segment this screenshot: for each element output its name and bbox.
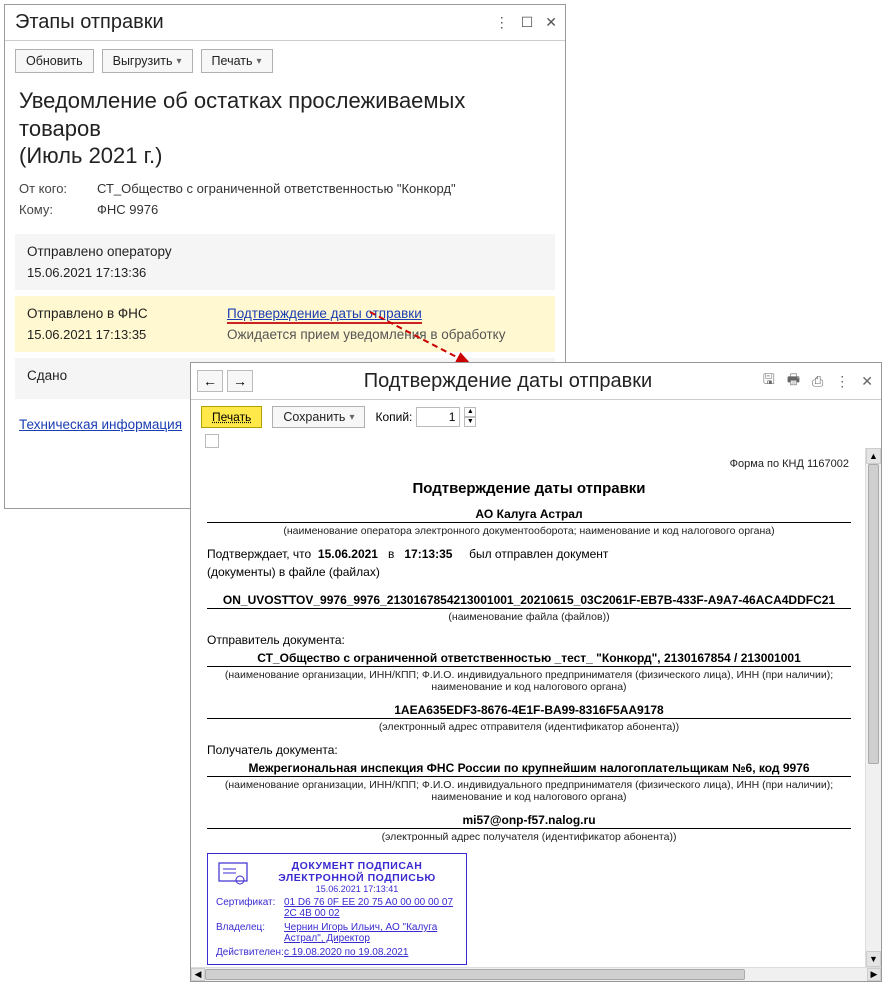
sender-caption: (наименование организации, ИНН/КПП; Ф.И.… bbox=[207, 669, 851, 693]
copies-input[interactable] bbox=[416, 407, 460, 427]
stage-sent-fns: Отправлено в ФНС 15.06.2021 17:13:35 Под… bbox=[15, 296, 555, 352]
meta-block: От кого:СТ_Общество с ограниченной ответ… bbox=[5, 172, 565, 228]
preview-icon[interactable]: ⎙ bbox=[812, 373, 823, 390]
close-icon[interactable]: ✕ bbox=[545, 14, 557, 31]
chevron-down-icon: ▾ bbox=[349, 412, 354, 423]
window-title: Этапы отправки bbox=[15, 11, 495, 34]
files-line: (документы) в файле (файлах) bbox=[207, 565, 851, 579]
filename: ON_UVOSTTOV_9976_9976_213016785421300100… bbox=[207, 593, 851, 609]
print-icon[interactable]: 🖶 bbox=[787, 369, 800, 393]
window2-title: Подтверждение даты отправки bbox=[261, 370, 755, 393]
scroll-up-icon[interactable]: ▲ bbox=[866, 448, 881, 464]
vertical-scrollbar[interactable]: ▲ ▼ bbox=[865, 448, 881, 967]
technical-info-link[interactable]: Техническая информация bbox=[5, 405, 196, 444]
nav-fwd-button[interactable]: → bbox=[227, 370, 253, 392]
recipient-value: Межрегиональная инспекция ФНС России по … bbox=[207, 761, 851, 777]
document-viewport: Форма по КНД 1167002 Подтверждение даты … bbox=[191, 448, 865, 967]
confirmation-window: ← → Подтверждение даты отправки 🖫 🖶 ⎙ ⋮ … bbox=[190, 362, 882, 982]
sender-label: Отправитель документа: bbox=[207, 633, 851, 647]
print-button[interactable]: Печать▾ bbox=[201, 49, 273, 73]
kebab-icon[interactable]: ⋮ bbox=[495, 14, 509, 31]
knd-code: Форма по КНД 1167002 bbox=[201, 454, 857, 474]
operator-caption: (наименование оператора электронного док… bbox=[207, 525, 851, 537]
chevron-down-icon: ▾ bbox=[177, 56, 182, 67]
stage-sub: Ожидается прием уведомления в обработку bbox=[227, 327, 543, 342]
confirmation-link[interactable]: Подтверждение даты отправки bbox=[227, 306, 422, 324]
refresh-button[interactable]: Обновить bbox=[15, 49, 94, 73]
toolbar: Обновить Выгрузить▾ Печать▾ bbox=[5, 41, 565, 81]
from-value: СТ_Общество с ограниченной ответственнос… bbox=[97, 181, 456, 196]
doc-heading: Подтверждение даты отправки bbox=[207, 480, 851, 497]
from-label: От кого: bbox=[19, 181, 97, 196]
to-value: ФНС 9976 bbox=[97, 202, 158, 217]
signature-stamp: ДОКУМЕНТ ПОДПИСАН ЭЛЕКТРОННОЙ ПОДПИСЬЮ 1… bbox=[207, 853, 467, 965]
recipient-label: Получатель документа: bbox=[207, 743, 851, 757]
scroll-thumb[interactable] bbox=[868, 464, 879, 764]
do-print-button[interactable]: Печать bbox=[201, 406, 262, 428]
copies-up[interactable]: ▲ bbox=[464, 407, 476, 417]
copies-label: Копий: bbox=[375, 410, 412, 424]
document-title: Уведомление об остатках прослеживаемых т… bbox=[5, 81, 565, 172]
stage-sent-operator: Отправлено оператору 15.06.2021 17:13:36 bbox=[15, 234, 555, 290]
window-titlebar: Этапы отправки ⋮ ☐ ✕ bbox=[5, 5, 565, 41]
recipient-caption: (наименование организации, ИНН/КПП; Ф.И.… bbox=[207, 779, 851, 803]
sender-address: 1AEA635EDF3-8676-4E1F-BA99-8316F5AA9178 bbox=[207, 703, 851, 719]
recipient-address: mi57@onp-f57.nalog.ru bbox=[207, 813, 851, 829]
recipient-address-caption: (электронный адрес получателя (идентифик… bbox=[207, 831, 851, 843]
maximize-icon[interactable]: ☐ bbox=[521, 14, 534, 31]
expand-toggle[interactable] bbox=[205, 434, 219, 448]
save-button[interactable]: Сохранить▾ bbox=[272, 406, 365, 428]
chevron-down-icon: ▾ bbox=[257, 56, 262, 67]
horizontal-scrollbar[interactable]: ◀ ▶ bbox=[191, 967, 881, 981]
to-label: Кому: bbox=[19, 202, 97, 217]
sender-address-caption: (электронный адрес отправителя (идентифи… bbox=[207, 721, 851, 733]
confirms-line: Подтверждает, что 15.06.2021 в 17:13:35 … bbox=[207, 547, 851, 561]
operator-name: АО Калуга Астрал bbox=[207, 507, 851, 523]
save-icon[interactable]: 🖫 bbox=[763, 369, 775, 393]
window2-toolbar: Печать Сохранить▾ Копий: ▲ ▼ bbox=[191, 400, 881, 434]
hscroll-thumb[interactable] bbox=[205, 969, 745, 980]
close-icon[interactable]: ✕ bbox=[861, 373, 873, 390]
certificate-icon bbox=[218, 862, 248, 886]
copies-down[interactable]: ▼ bbox=[464, 417, 476, 427]
export-button[interactable]: Выгрузить▾ bbox=[102, 49, 193, 73]
kebab-icon[interactable]: ⋮ bbox=[835, 373, 849, 390]
scroll-left-icon[interactable]: ◀ bbox=[191, 968, 205, 981]
scroll-down-icon[interactable]: ▼ bbox=[866, 951, 881, 967]
window2-titlebar: ← → Подтверждение даты отправки 🖫 🖶 ⎙ ⋮ … bbox=[191, 363, 881, 400]
nav-back-button[interactable]: ← bbox=[197, 370, 223, 392]
filename-caption: (наименование файла (файлов)) bbox=[207, 611, 851, 623]
scroll-right-icon[interactable]: ▶ bbox=[867, 968, 881, 981]
sender-value: СТ_Общество с ограниченной ответственнос… bbox=[207, 651, 851, 667]
